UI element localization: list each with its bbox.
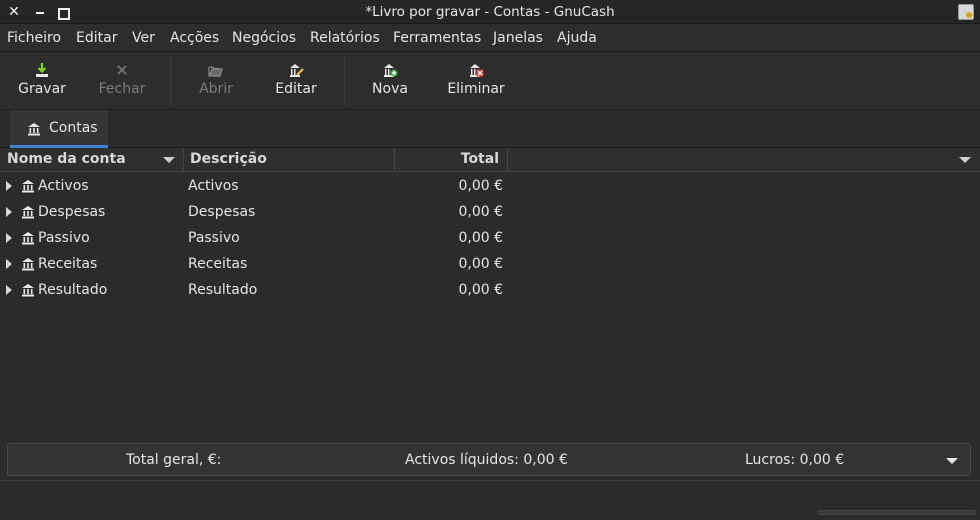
- account-description: Receitas: [188, 256, 248, 272]
- menu-ajuda[interactable]: Ajuda: [557, 24, 597, 52]
- account-row-passivo[interactable]: Passivo Passivo 0,00 €: [0, 225, 980, 251]
- column-header-description[interactable]: Descrição: [184, 148, 395, 172]
- menu-ferramentas[interactable]: Ferramentas: [393, 24, 481, 52]
- edit-account-icon: [290, 64, 304, 77]
- expander-arrow-icon[interactable]: [6, 181, 12, 191]
- account-name: Resultado: [38, 282, 108, 298]
- expander-arrow-icon[interactable]: [6, 233, 12, 243]
- progress-bar: [818, 510, 976, 515]
- chevron-down-icon: [959, 157, 971, 163]
- account-row-activos[interactable]: Activos Activos 0,00 €: [0, 173, 980, 199]
- account-icon: [22, 284, 34, 297]
- toolbar-separator: [170, 56, 171, 106]
- close-button[interactable]: Fechar: [90, 52, 154, 110]
- accounts-icon: [28, 123, 40, 136]
- toolbar-separator: [344, 56, 345, 106]
- account-row-receitas[interactable]: Receitas Receitas 0,00 €: [0, 251, 980, 277]
- accounts-tree[interactable]: Nome da conta Descrição Total Activos Ac…: [0, 148, 980, 438]
- account-icon: [22, 232, 34, 245]
- menu-bar: Ficheiro Editar Ver Acções Negócios Rela…: [0, 24, 980, 52]
- save-icon: [36, 63, 48, 77]
- account-total: 0,00 €: [458, 204, 503, 220]
- account-description: Passivo: [188, 230, 240, 246]
- account-name: Activos: [38, 178, 89, 194]
- account-total: 0,00 €: [458, 282, 503, 298]
- menu-negocios[interactable]: Negócios: [232, 24, 296, 52]
- new-account-icon: [384, 64, 398, 77]
- tree-header: Nome da conta Descrição Total: [0, 148, 980, 172]
- account-row-resultado[interactable]: Resultado Resultado 0,00 €: [0, 277, 980, 303]
- expander-arrow-icon[interactable]: [6, 259, 12, 269]
- account-description: Activos: [188, 178, 239, 194]
- expander-arrow-icon[interactable]: [6, 207, 12, 217]
- summary-total-label: Total geral, €:: [126, 452, 222, 468]
- expander-arrow-icon[interactable]: [6, 285, 12, 295]
- tab-contas[interactable]: Contas: [10, 110, 108, 148]
- summary-net-assets: Activos líquidos: 0,00 €: [405, 452, 568, 468]
- column-header-total[interactable]: Total: [395, 148, 508, 172]
- close-icon: [117, 65, 127, 75]
- account-icon: [22, 206, 34, 219]
- tab-bar: Contas: [0, 110, 980, 148]
- new-button[interactable]: Nova: [358, 52, 422, 110]
- menu-janelas[interactable]: Janelas: [493, 24, 543, 52]
- account-total: 0,00 €: [458, 230, 503, 246]
- summary-bar: Total geral, €: Activos líquidos: 0,00 €…: [7, 443, 971, 476]
- menu-accoes[interactable]: Acções: [170, 24, 219, 52]
- status-bar: [0, 480, 980, 520]
- account-name: Passivo: [38, 230, 90, 246]
- account-description: Resultado: [188, 282, 258, 298]
- toolbar: Gravar Fechar Abrir Editar Nova Eliminar: [0, 52, 980, 110]
- gnucash-app-icon: [958, 4, 974, 20]
- summary-profits: Lucros: 0,00 €: [745, 452, 845, 468]
- sort-arrow-icon: [163, 157, 175, 163]
- open-button[interactable]: Abrir: [184, 52, 248, 110]
- account-icon: [22, 258, 34, 271]
- account-total: 0,00 €: [458, 256, 503, 272]
- account-total: 0,00 €: [458, 178, 503, 194]
- account-name: Despesas: [38, 204, 106, 220]
- open-account-icon: [208, 66, 223, 77]
- window-title: *Livro por gravar - Contas - GnuCash: [365, 4, 615, 20]
- edit-button[interactable]: Editar: [264, 52, 328, 110]
- delete-button[interactable]: Eliminar: [441, 52, 511, 110]
- menu-ver[interactable]: Ver: [132, 24, 155, 52]
- column-header-account-name[interactable]: Nome da conta: [0, 148, 184, 172]
- account-icon: [22, 180, 34, 193]
- save-button[interactable]: Gravar: [10, 52, 74, 110]
- account-name: Receitas: [38, 256, 98, 272]
- title-bar: ✕ *Livro por gravar - Contas - GnuCash: [0, 0, 980, 24]
- account-row-despesas[interactable]: Despesas Despesas 0,00 €: [0, 199, 980, 225]
- currency-dropdown-icon[interactable]: [946, 458, 958, 464]
- column-selector[interactable]: [508, 148, 980, 172]
- account-description: Despesas: [188, 204, 256, 220]
- delete-account-icon: [470, 64, 484, 77]
- menu-editar[interactable]: Editar: [76, 24, 117, 52]
- menu-ficheiro[interactable]: Ficheiro: [7, 24, 61, 52]
- menu-relatorios[interactable]: Relatórios: [310, 24, 380, 52]
